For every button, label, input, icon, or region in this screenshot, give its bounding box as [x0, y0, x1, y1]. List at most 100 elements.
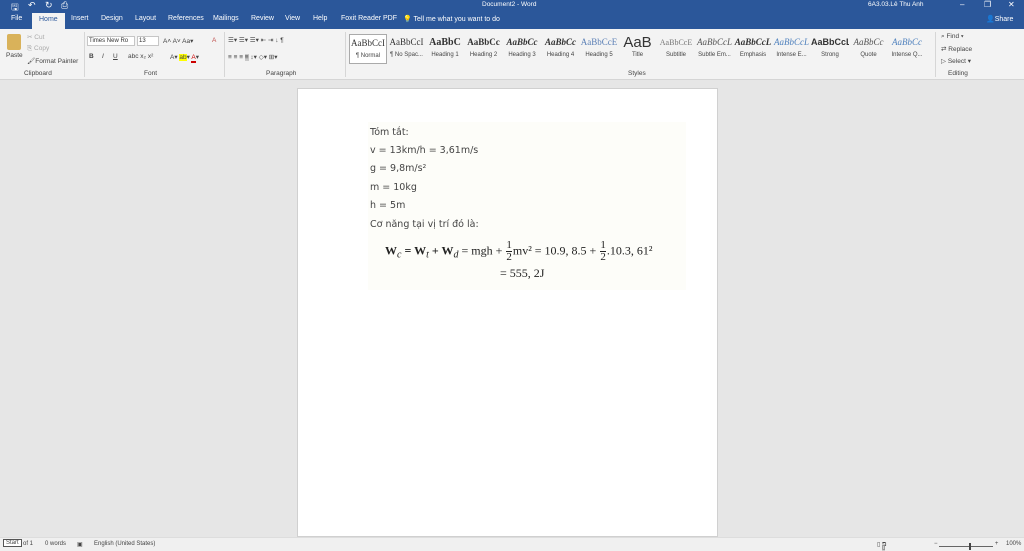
style-sample: AaB [623, 34, 652, 51]
find-label: Find [946, 33, 960, 40]
word-count[interactable]: 0 words [45, 541, 66, 547]
restore-icon[interactable]: ❐ [984, 0, 991, 9]
cut-button[interactable]: ✂ Cut [27, 33, 44, 41]
tab-view[interactable]: View [285, 15, 300, 22]
page-count[interactable]: of 1 [23, 541, 33, 547]
minimize-icon[interactable]: – [960, 0, 964, 9]
style-name: Heading 1 [431, 52, 459, 58]
style-subtle-em[interactable]: AaBbCcL Subtle Em... [696, 34, 734, 64]
print-icon[interactable]: ⎙ [61, 0, 68, 11]
style-name: Subtle Em... [698, 52, 731, 58]
bold-button[interactable]: B [89, 53, 94, 60]
redo-icon[interactable]: ↻ [45, 0, 53, 11]
style-heading-4[interactable]: AaBbCc Heading 4 [542, 34, 580, 64]
styles-gallery: AaBbCcI ¶ Normal AaBbCcI ¶ No Spac... AaBbC H… [347, 29, 927, 67]
style-sample: AaBbCcE [659, 38, 693, 47]
share-label: Share [994, 16, 1014, 23]
paste-button[interactable]: Paste [6, 34, 23, 64]
style-quote[interactable]: AaBbCc Quote [850, 34, 888, 64]
style-name: Heading 2 [469, 52, 498, 58]
doc-line: v = 13km/h = 3,61m/s [370, 145, 479, 156]
style-heading-1[interactable]: AaBbC Heading 1 [426, 34, 464, 64]
style-name: Heading 5 [585, 52, 613, 58]
style-strong[interactable]: AaBbCcL Strong [811, 34, 849, 64]
style-name: ¶ Normal [355, 53, 381, 59]
person-icon: 👤 [986, 16, 995, 23]
doc-line: Tóm tắt: [370, 127, 409, 138]
style-title[interactable]: AaB Title [619, 34, 657, 64]
font-name-select[interactable]: Times New Ro [87, 36, 135, 46]
undo-icon[interactable]: ↶ [28, 0, 36, 11]
language-status[interactable]: English (United States) [94, 541, 155, 547]
style-name: Intense Q... [891, 52, 923, 58]
zoom-level[interactable]: 100% [1006, 541, 1021, 547]
doc-line: Cơ năng tại vị trí đó là: [370, 219, 479, 230]
tab-layout[interactable]: Layout [135, 15, 156, 22]
close-icon[interactable]: ✕ [1008, 0, 1015, 9]
style-name: Emphasis [739, 52, 767, 58]
style-heading-3[interactable]: AaBbCc Heading 3 [503, 34, 541, 64]
list-indent-icons[interactable]: ☰▾ ☰▾ ☰▾ ⇤ ⇥ ↓ ¶ [228, 36, 284, 44]
status-bar: Start of 1 0 words ▣ English (United Sta… [0, 537, 1024, 551]
style-heading-5[interactable]: AaBbCcE Heading 5 [580, 34, 618, 64]
style-intense-e[interactable]: AaBbCcL Intense E... [773, 34, 811, 64]
lightbulb-icon: 💡 [403, 16, 412, 23]
energy-equation-line2: = 555, 2J [500, 266, 545, 280]
format-painter-button[interactable]: 🖌Format Painter [27, 57, 78, 65]
strikethrough-subscript-superscript-icons[interactable]: abc x₂ x² [128, 53, 153, 60]
proofing-icon[interactable]: ▣ [77, 541, 83, 548]
tab-foxit[interactable]: Foxit Reader PDF [341, 15, 397, 22]
share-button[interactable]: 👤Share [986, 15, 1013, 23]
underline-button[interactable]: U [113, 53, 118, 60]
replace-button[interactable]: ⇄ Replace [941, 45, 972, 53]
font-size-value: 13 [139, 38, 146, 44]
style-name: ¶ No Spac... [390, 52, 423, 58]
clipboard-icon [7, 34, 21, 50]
style-name: Heading 4 [546, 52, 575, 58]
style-no-spac[interactable]: AaBbCcI ¶ No Spac... [388, 34, 426, 64]
copy-label: Copy [34, 45, 50, 52]
tab-insert[interactable]: Insert [71, 15, 89, 22]
tab-design[interactable]: Design [101, 15, 123, 22]
select-label: Select [947, 58, 966, 65]
zoom-slider[interactable]: − + [934, 541, 998, 550]
style-emphasis[interactable]: AaBbCcL Emphasis [734, 34, 772, 64]
tab-review[interactable]: Review [251, 15, 274, 22]
style-subtitle[interactable]: AaBbCcE Subtitle [657, 34, 695, 64]
grow-font-icon[interactable]: A˄ A˅ Aa▾ [163, 37, 193, 45]
style-sample: AaBbC [429, 37, 461, 48]
style-heading-2[interactable]: AaBbCc Heading 2 [465, 34, 503, 64]
tab-references[interactable]: References [168, 15, 204, 22]
style-intense-q[interactable]: AaBbCc Intense Q... [888, 34, 926, 64]
style-sample: AaBbCcL [697, 37, 732, 47]
user-name[interactable]: 6A3.03.Lê Thu Anh [868, 1, 924, 8]
style-normal[interactable]: AaBbCcI ¶ Normal [349, 34, 387, 64]
tell-me-search[interactable]: 💡 Tell me what you want to do [403, 15, 500, 23]
style-sample: AaBbCc [892, 37, 922, 47]
style-name: Quote [860, 52, 877, 58]
style-sample: AaBbCc [853, 37, 884, 47]
font-size-select[interactable]: 13 [137, 36, 159, 46]
style-name: Strong [821, 52, 839, 58]
alignment-icons[interactable]: ≡ ≡ ≡ ≡ ↕▾ ◇▾ ⊞▾ [228, 53, 278, 61]
clear-format-icon[interactable]: A [212, 37, 216, 44]
find-button[interactable]: ⌕ Find ▾ [941, 33, 964, 41]
doc-line: g = 9,8m/s² [370, 163, 427, 174]
italic-button[interactable]: I [102, 53, 104, 60]
tab-file[interactable]: File [11, 15, 22, 22]
paste-label: Paste [6, 52, 23, 59]
paragraph-group-label: Paragraph [266, 70, 297, 77]
window-title: Document2 - Word [482, 1, 537, 8]
view-mode-icons[interactable]: ▯ ▯ ⧉ [877, 541, 886, 551]
select-button[interactable]: ▷ Select ▾ [941, 57, 971, 65]
tab-help[interactable]: Help [313, 15, 327, 22]
style-sample: AaBbCcL [774, 37, 809, 47]
copy-button[interactable]: ⎘ Copy [27, 45, 49, 53]
ribbon: Paste ✂ Cut ⎘ Copy 🖌Format Painter Clipb… [0, 29, 1024, 80]
text-effects-highlight-color-icons[interactable]: A▾ ab▾ A▾ [170, 53, 199, 63]
tab-home[interactable]: Home [32, 13, 65, 29]
format-painter-label: Format Painter [35, 58, 79, 65]
style-sample: AaBbCcI [389, 37, 424, 47]
tab-mailings[interactable]: Mailings [213, 15, 239, 22]
font-group-label: Font [144, 70, 158, 77]
